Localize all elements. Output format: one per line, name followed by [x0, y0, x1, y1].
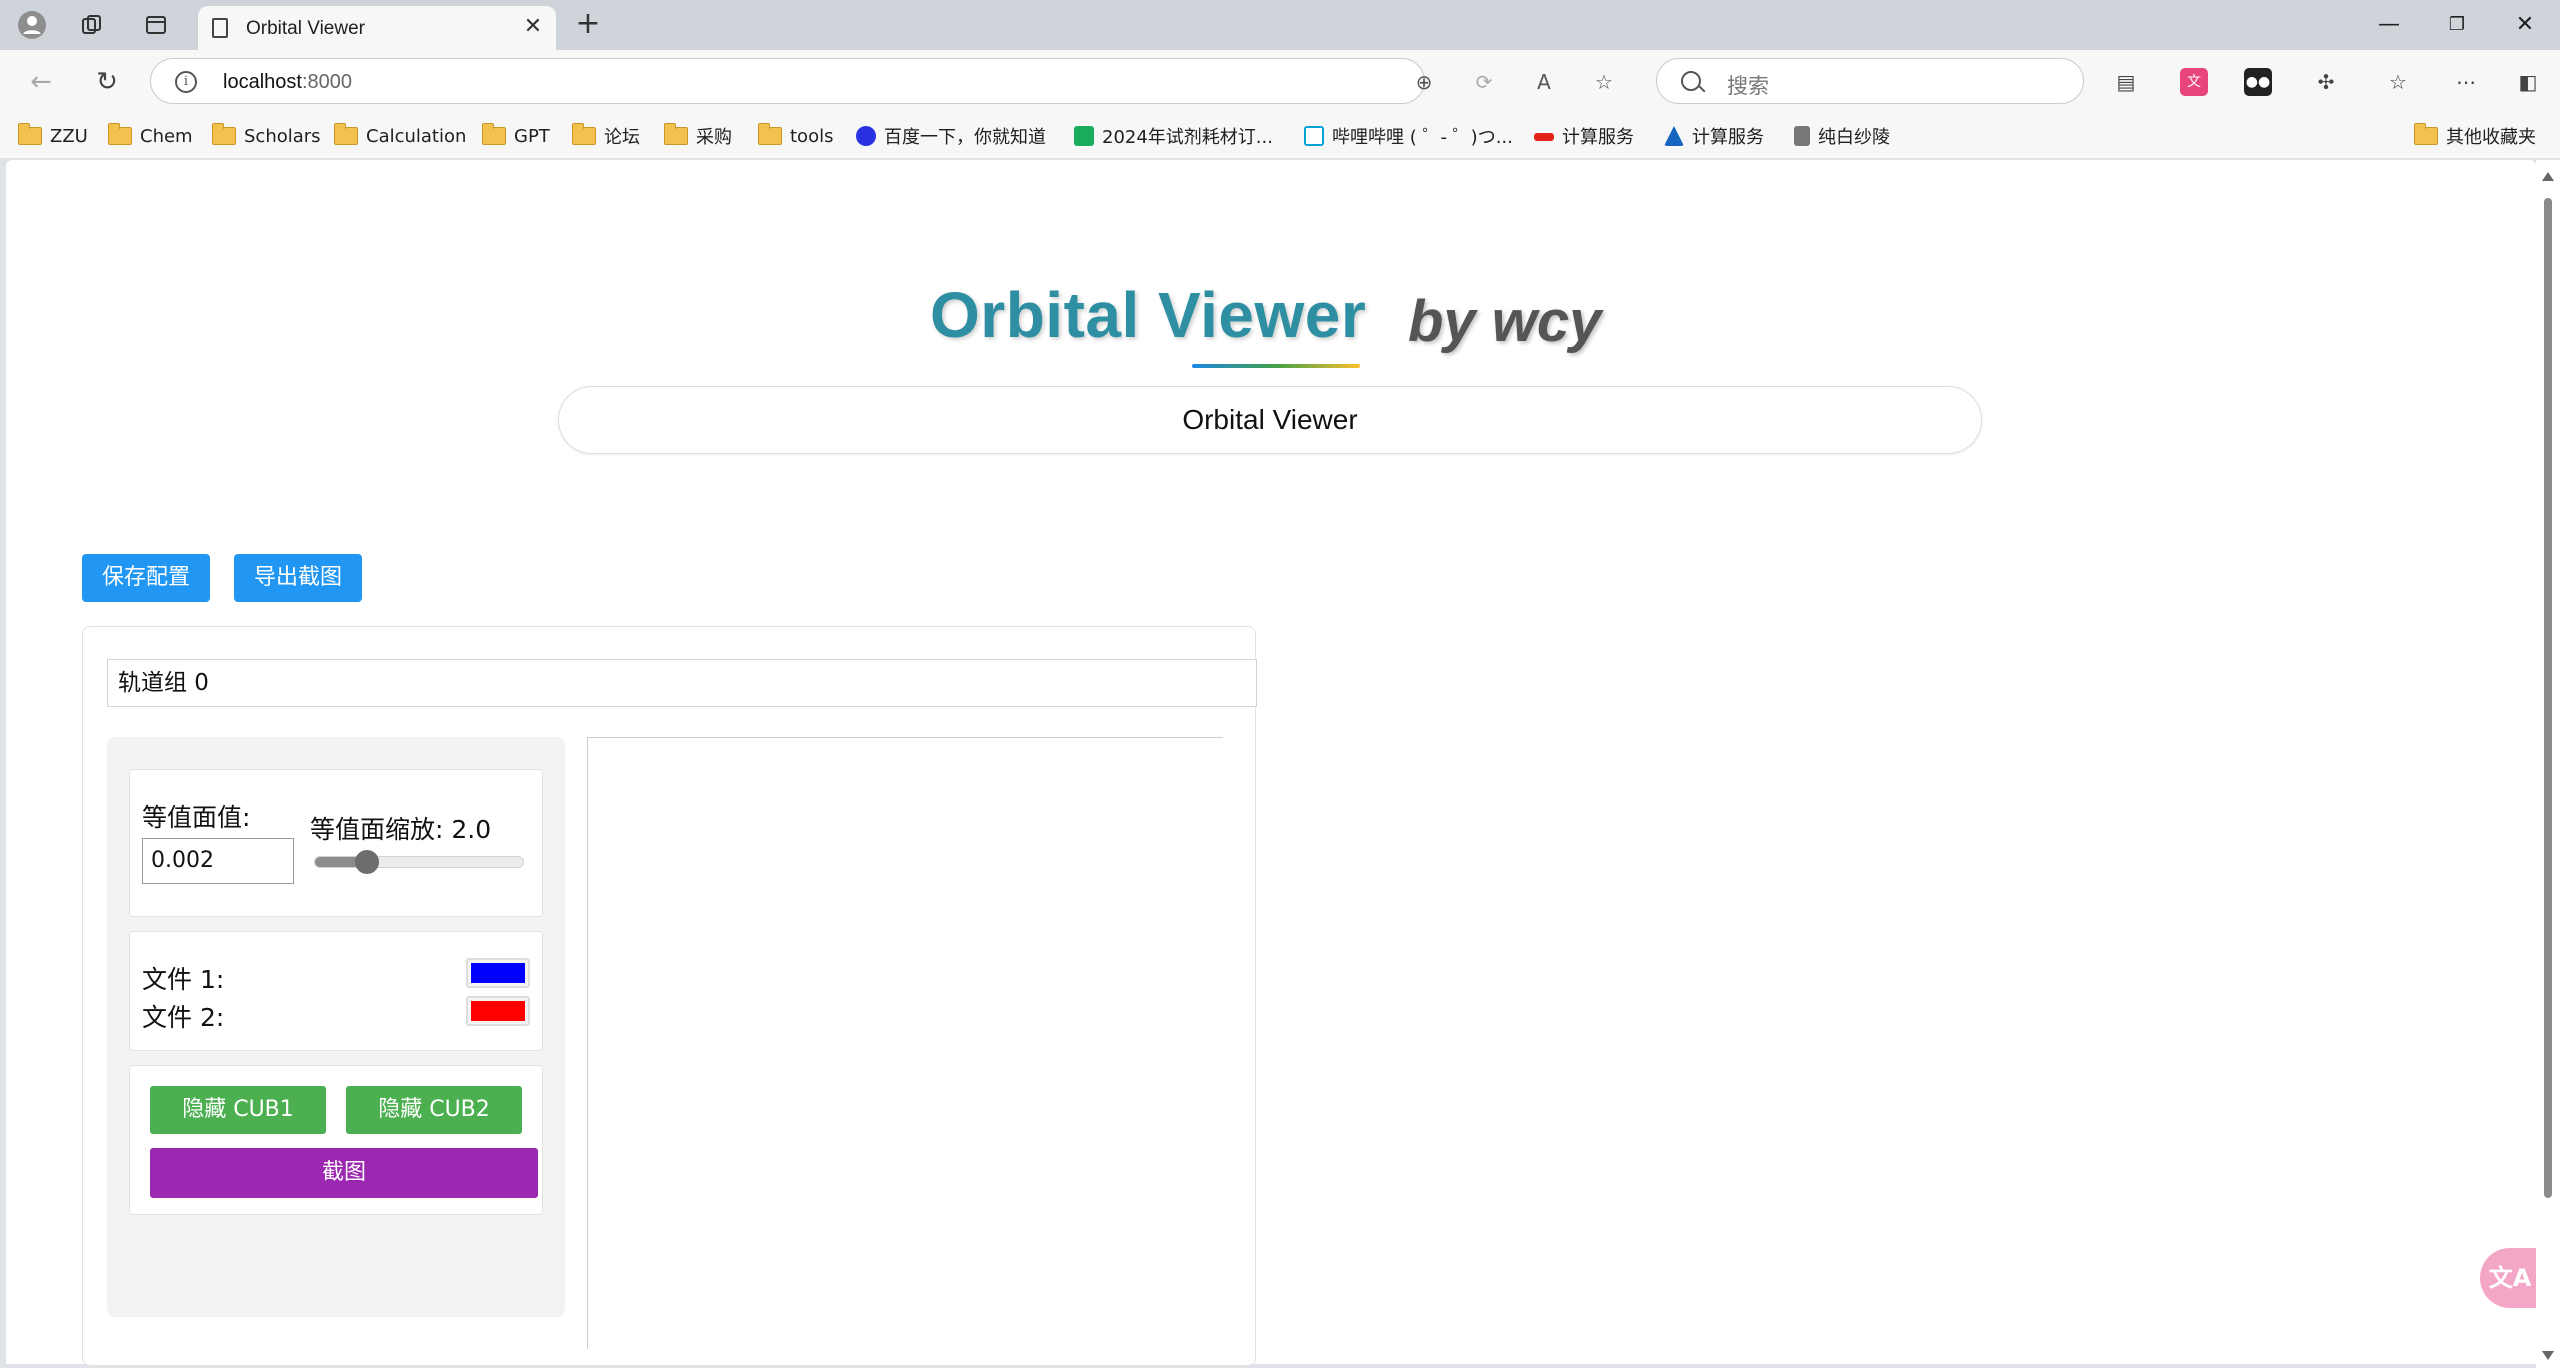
- screenshot-button[interactable]: 截图: [150, 1148, 538, 1198]
- tab-title: Orbital Viewer: [246, 18, 365, 39]
- favorite-star-icon[interactable]: ☆: [1591, 69, 1617, 95]
- hide-cub2-button[interactable]: 隐藏 CUB2: [346, 1086, 522, 1134]
- address-bar[interactable]: i localhost:8000 ⊕ ⟳ A ☆: [150, 58, 1613, 104]
- folder-icon: [2414, 123, 2438, 145]
- bookmark-folder-zzu[interactable]: ZZU: [18, 122, 88, 150]
- profile-icon[interactable]: [16, 9, 48, 41]
- workspaces-icon[interactable]: [76, 9, 108, 41]
- bookmark-compute-service-2[interactable]: 计算服务: [1664, 122, 1764, 150]
- more-menu-icon[interactable]: ⋯: [2452, 68, 2480, 96]
- compute2-icon: [1664, 126, 1684, 146]
- bookmark-reagent-sheet[interactable]: 2024年试剂耗材订...: [1074, 122, 1273, 150]
- orbital-group-card: 轨道组 0 等值面值: 0.002 等值面缩放: 2.0 文件 1: 文件 2:: [82, 626, 1257, 1366]
- control-panel: 等值面值: 0.002 等值面缩放: 2.0 文件 1: 文件 2: 隐藏 CU…: [107, 737, 565, 1317]
- bookmark-folder-forum[interactable]: 论坛: [572, 122, 640, 150]
- file2-label: 文件 2:: [142, 1003, 225, 1032]
- browser-toolbar: ← ↻ i localhost:8000 ⊕ ⟳ A ☆ 搜索 ▤ 文 ●● ✣…: [0, 50, 2560, 112]
- baidu-icon: [856, 126, 876, 146]
- extension-icon[interactable]: ●●: [2244, 68, 2272, 96]
- bookmark-folder-tools[interactable]: tools: [758, 122, 833, 150]
- file2-color-picker[interactable]: [466, 996, 530, 1026]
- read-aloud-icon[interactable]: A: [1531, 69, 1557, 95]
- folder-icon: [664, 123, 688, 145]
- file-color-controls: 文件 1: 文件 2:: [129, 931, 543, 1051]
- page-title: Orbital Viewer: [930, 279, 1367, 351]
- bookmark-folder-calculation[interactable]: Calculation: [334, 122, 466, 150]
- bookmark-folder-other[interactable]: 其他收藏夹: [2414, 122, 2536, 150]
- file1-label: 文件 1:: [142, 965, 225, 994]
- iso-scale-label: 等值面缩放: 2.0: [310, 815, 492, 844]
- reading-view-icon[interactable]: ▤: [2112, 68, 2140, 96]
- zoom-icon[interactable]: ⊕: [1411, 69, 1437, 95]
- refresh-icon[interactable]: ↻: [90, 65, 124, 99]
- site-icon: [1794, 126, 1810, 146]
- iso-value-label: 等值面值:: [142, 803, 251, 832]
- vertical-tabs-icon[interactable]: [140, 9, 172, 41]
- close-window-icon[interactable]: ✕: [2500, 6, 2550, 44]
- folder-icon: [18, 123, 42, 145]
- active-tab[interactable]: Orbital Viewer ✕: [198, 6, 556, 50]
- bookmark-compute-service-1[interactable]: 计算服务: [1534, 122, 1634, 150]
- app-available-icon[interactable]: ⟳: [1471, 69, 1497, 95]
- scroll-down-icon[interactable]: [2542, 1351, 2554, 1360]
- back-icon[interactable]: ←: [24, 65, 58, 99]
- scroll-thumb[interactable]: [2544, 198, 2552, 1198]
- sidebar-toggle-icon[interactable]: ◧: [2514, 68, 2542, 96]
- iso-value-input[interactable]: 0.002: [142, 838, 294, 884]
- search-box[interactable]: 搜索: [1656, 58, 2084, 104]
- tab-strip: Orbital Viewer ✕ + — ❐ ✕: [0, 0, 2560, 50]
- search-icon: [1681, 71, 1701, 91]
- new-tab-icon[interactable]: +: [572, 9, 604, 41]
- iso-scale-slider[interactable]: [314, 850, 524, 874]
- scroll-up-icon[interactable]: [2542, 172, 2554, 181]
- folder-icon: [108, 123, 132, 145]
- compute-icon: [1534, 133, 1554, 141]
- translate-float-button[interactable]: 文A: [2480, 1248, 2540, 1308]
- bookmark-folder-gpt[interactable]: GPT: [482, 122, 550, 150]
- orbital-3d-viewer[interactable]: [587, 737, 1223, 1349]
- sheet-icon: [1074, 126, 1094, 146]
- bookmarks-bar: ZZU Chem Scholars Calculation GPT 论坛 采购 …: [0, 112, 2560, 158]
- title-underline: [1192, 364, 1360, 368]
- action-buttons: 隐藏 CUB1 隐藏 CUB2 截图: [129, 1065, 543, 1215]
- bookmark-folder-purchase[interactable]: 采购: [664, 122, 732, 150]
- group-name-input[interactable]: 轨道组 0: [107, 659, 1257, 707]
- bookmark-folder-chem[interactable]: Chem: [108, 122, 193, 150]
- bookmark-folder-scholars[interactable]: Scholars: [212, 122, 321, 150]
- bookmark-baidu[interactable]: 百度一下，你就知道: [856, 122, 1046, 150]
- close-tab-icon[interactable]: ✕: [520, 14, 546, 40]
- folder-icon: [212, 123, 236, 145]
- folder-icon: [482, 123, 506, 145]
- export-screenshot-button[interactable]: 导出截图: [234, 554, 362, 602]
- restore-icon[interactable]: ❐: [2432, 6, 2482, 44]
- slider-thumb[interactable]: [355, 850, 379, 874]
- page-icon: [212, 18, 228, 38]
- search-placeholder: 搜索: [1727, 74, 1769, 98]
- page-viewport: Orbital Viewer by wcy Orbital Viewer 保存配…: [6, 160, 2540, 1366]
- site-info-icon[interactable]: i: [175, 71, 197, 93]
- folder-icon: [334, 123, 358, 145]
- bookmark-site[interactable]: 纯白纱陵: [1794, 122, 1890, 150]
- project-name-input[interactable]: Orbital Viewer: [558, 386, 1982, 454]
- page-subtitle: by wcy: [1408, 289, 1602, 354]
- bilibili-icon: [1304, 126, 1324, 146]
- url-text: localhost:8000: [223, 71, 352, 93]
- page-scrollbar[interactable]: [2536, 160, 2560, 1368]
- folder-icon: [572, 123, 596, 145]
- save-config-button[interactable]: 保存配置: [82, 554, 210, 602]
- hide-cub1-button[interactable]: 隐藏 CUB1: [150, 1086, 326, 1134]
- isosurface-controls: 等值面值: 0.002 等值面缩放: 2.0: [129, 769, 543, 917]
- bookmark-bilibili[interactable]: 哔哩哔哩 ( ゜- ゜)つ...: [1304, 122, 1513, 150]
- minimize-icon[interactable]: —: [2364, 6, 2414, 44]
- translate-extension-icon[interactable]: 文: [2180, 68, 2208, 96]
- folder-icon: [758, 123, 782, 145]
- extensions-puzzle-icon[interactable]: ✣: [2312, 68, 2340, 96]
- file1-color-picker[interactable]: [466, 958, 530, 988]
- favorites-icon[interactable]: ☆: [2384, 68, 2412, 96]
